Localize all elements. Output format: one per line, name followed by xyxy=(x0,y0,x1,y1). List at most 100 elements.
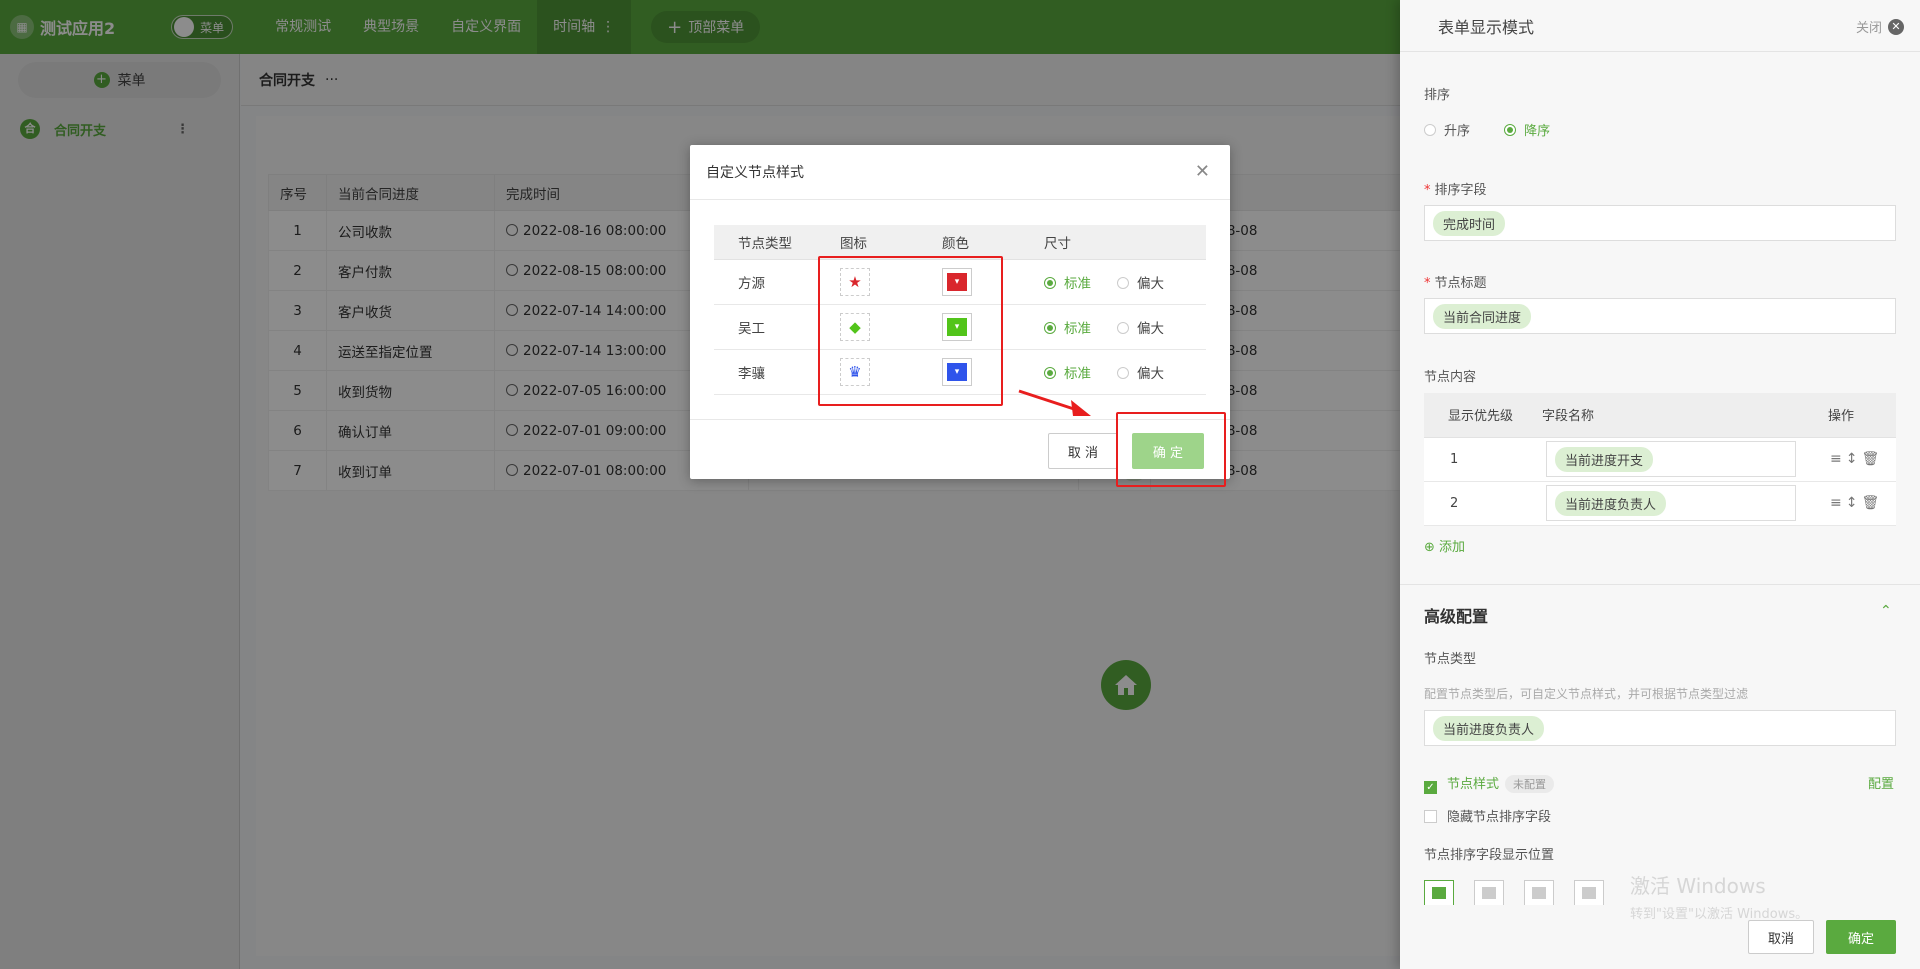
size-standard-label: 标准 xyxy=(1064,365,1091,382)
radio-circle xyxy=(1117,321,1129,334)
position-option-top[interactable] xyxy=(1424,880,1454,906)
radio-circle xyxy=(1424,124,1436,136)
node-title-select[interactable]: 当前合同进度 xyxy=(1424,298,1896,334)
close-icon[interactable]: ✕ xyxy=(1195,161,1210,182)
node-style-checkbox[interactable]: ✓ 节点样式 未配置 xyxy=(1424,773,1555,794)
drawer-close-label: 关闭 xyxy=(1855,21,1882,36)
sort-label: 排序 xyxy=(1424,88,1451,103)
node-title-chip: 当前合同进度 xyxy=(1433,303,1532,329)
field-name-select[interactable]: 当前进度负责人 xyxy=(1546,485,1796,521)
size-large-label: 偏大 xyxy=(1137,320,1164,337)
size-large-option[interactable]: 偏大 xyxy=(1117,321,1164,337)
drawer-cancel-button[interactable]: 取消 xyxy=(1748,920,1814,954)
plus-circle-icon: ⊕ xyxy=(1424,540,1435,555)
add-field-label: 添加 xyxy=(1439,540,1466,555)
sort-desc-label: 降序 xyxy=(1524,124,1551,139)
priority-cell: 1 xyxy=(1424,437,1518,482)
size-standard-label: 标准 xyxy=(1064,320,1091,337)
dialog-header: 自定义节点样式 ✕ xyxy=(690,145,1230,200)
sort-field-label: * 排序字段 xyxy=(1424,183,1487,198)
radio-circle xyxy=(1044,366,1056,379)
table-row: 2 当前进度负责人 ≡↕🗑 xyxy=(1424,481,1896,526)
field-name-chip: 当前进度负责人 xyxy=(1555,490,1667,516)
node-style-label: 节点样式 xyxy=(1447,777,1500,792)
size-standard-option[interactable]: 标准 xyxy=(1044,321,1091,337)
windows-activation-watermark: 激活 Windows 转到"设置"以激活 Windows。 xyxy=(1630,870,1808,922)
sort-position-label: 节点排序字段显示位置 xyxy=(1424,848,1555,863)
field-name-chip: 当前进度开支 xyxy=(1555,446,1654,472)
field-name-select[interactable]: 当前进度开支 xyxy=(1546,441,1796,477)
radio-circle xyxy=(1117,366,1129,379)
drawer-title: 表单显示模式 xyxy=(1438,17,1535,37)
sort-field-select[interactable]: 完成时间 xyxy=(1424,205,1896,241)
close-icon: ✕ xyxy=(1888,18,1904,35)
hide-sort-field-label: 隐藏节点排序字段 xyxy=(1447,810,1552,825)
col-header-color: 颜色 xyxy=(918,225,1020,260)
position-right-icon xyxy=(1532,887,1546,899)
add-field-button[interactable]: ⊕ 添加 xyxy=(1424,536,1465,555)
col-header-priority: 显示优先级 xyxy=(1424,393,1518,438)
divider xyxy=(1400,584,1920,585)
hide-sort-field-checkbox[interactable]: 隐藏节点排序字段 xyxy=(1424,806,1551,825)
col-header-field-name: 字段名称 xyxy=(1518,393,1808,438)
sort-order-icon[interactable]: ≡↕ xyxy=(1830,451,1861,467)
position-option-left[interactable] xyxy=(1474,880,1504,906)
sort-radio-group: 升序 降序 xyxy=(1424,120,1550,139)
size-large-option[interactable]: 偏大 xyxy=(1117,366,1164,382)
node-content-table: 显示优先级 字段名称 操作 1 当前进度开支 ≡↕🗑 2 当前进度负责人 ≡↕🗑 xyxy=(1424,393,1896,526)
radio-circle xyxy=(1044,321,1056,334)
drawer-ok-button[interactable]: 确定 xyxy=(1826,920,1896,954)
table-row: 1 当前进度开支 ≡↕🗑 xyxy=(1424,437,1896,482)
node-type-label: 节点类型 xyxy=(1424,652,1477,667)
sort-order-icon[interactable]: ≡↕ xyxy=(1830,495,1861,511)
chevron-up-icon[interactable]: ⌃ xyxy=(1880,603,1892,619)
node-type-cell: 吴工 xyxy=(714,304,816,350)
position-bottom-icon xyxy=(1582,887,1596,899)
node-type-chip: 当前进度负责人 xyxy=(1433,715,1545,741)
position-option-bottom[interactable] xyxy=(1574,880,1604,906)
col-header-actions: 操作 xyxy=(1808,393,1896,438)
sort-asc-option[interactable]: 升序 xyxy=(1424,124,1470,139)
size-standard-label: 标准 xyxy=(1064,275,1091,292)
annotation-highlight-ok-button xyxy=(1116,412,1226,487)
col-header-size: 尺寸 xyxy=(1020,225,1206,260)
radio-circle xyxy=(1117,276,1129,289)
sort-field-chip: 完成时间 xyxy=(1433,210,1506,236)
size-standard-option[interactable]: 标准 xyxy=(1044,366,1091,382)
size-large-option[interactable]: 偏大 xyxy=(1117,276,1164,292)
drawer-close-button[interactable]: 关闭 ✕ xyxy=(1856,17,1904,36)
node-type-hint: 配置节点类型后，可自定义节点样式，并可根据节点类型过滤 xyxy=(1424,687,1749,701)
col-header-node-type: 节点类型 xyxy=(714,225,816,260)
radio-circle xyxy=(1044,276,1056,289)
size-large-label: 偏大 xyxy=(1137,365,1164,382)
node-type-cell: 方源 xyxy=(714,259,816,305)
dialog-title: 自定义节点样式 xyxy=(706,165,804,181)
annotation-arrow-icon xyxy=(1018,389,1091,416)
node-style-config-link[interactable]: 配置 xyxy=(1868,773,1894,792)
node-title-label-text: 节点标题 xyxy=(1434,276,1487,291)
node-type-select[interactable]: 当前进度负责人 xyxy=(1424,710,1896,746)
annotation-highlight-icon-color xyxy=(818,256,1003,406)
drawer-header: 表单显示模式 关闭 ✕ xyxy=(1400,0,1920,52)
sort-field-label-text: 排序字段 xyxy=(1434,183,1487,198)
advanced-config-title: 高级配置 xyxy=(1424,607,1489,626)
position-option-right[interactable] xyxy=(1524,880,1554,906)
watermark-line1: 激活 Windows xyxy=(1630,874,1766,898)
node-style-status-badge: 未配置 xyxy=(1505,775,1555,793)
size-standard-option[interactable]: 标准 xyxy=(1044,276,1091,292)
table-header-row: 显示优先级 字段名称 操作 xyxy=(1424,393,1896,438)
size-large-label: 偏大 xyxy=(1137,275,1164,292)
sort-desc-option[interactable]: 降序 xyxy=(1504,124,1550,139)
trash-icon[interactable]: 🗑 xyxy=(1861,451,1883,467)
check-icon: ✓ xyxy=(1424,781,1437,794)
trash-icon[interactable]: 🗑 xyxy=(1861,495,1883,511)
node-content-label: 节点内容 xyxy=(1424,370,1477,385)
position-left-icon xyxy=(1482,887,1496,899)
dialog-cancel-button[interactable]: 取 消 xyxy=(1048,433,1118,469)
position-top-icon xyxy=(1432,887,1446,899)
node-type-cell: 李骧 xyxy=(714,349,816,395)
col-header-icon: 图标 xyxy=(816,225,918,260)
watermark-line2: 转到"设置"以激活 Windows。 xyxy=(1630,907,1809,922)
priority-cell: 2 xyxy=(1424,481,1518,526)
table-header-row: 节点类型 图标 颜色 尺寸 xyxy=(714,225,1206,260)
